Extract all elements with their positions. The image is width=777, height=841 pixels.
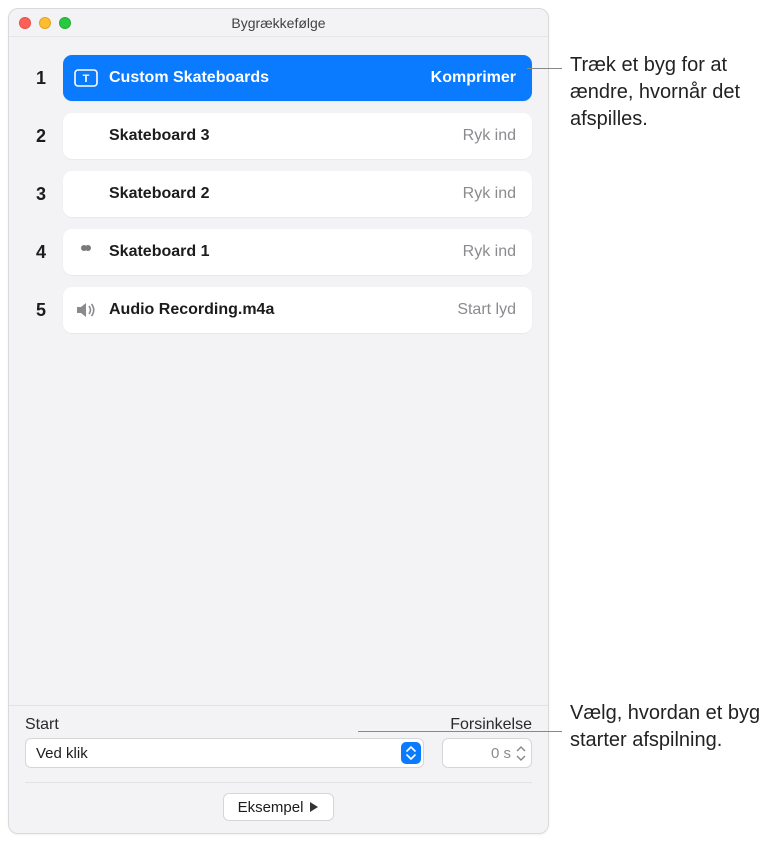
build-action: Ryk ind xyxy=(463,127,516,145)
build-name: Custom Skateboards xyxy=(109,69,421,87)
build-action: Ryk ind xyxy=(463,185,516,203)
build-action: Ryk ind xyxy=(463,243,516,261)
window-title: Bygrækkefølge xyxy=(9,15,548,31)
minimize-window-button[interactable] xyxy=(39,17,51,29)
preview-button[interactable]: Eksempel xyxy=(223,793,335,821)
callout-line xyxy=(358,731,562,732)
build-card[interactable]: Skateboard 1 Ryk ind xyxy=(63,229,532,275)
callout-drag: Træk et byg for at ændre, hvornår det af… xyxy=(570,52,765,133)
build-order-window: Bygrækkefølge 1 T Custom Skateboards Kompri… xyxy=(8,8,549,834)
play-icon xyxy=(309,801,319,813)
build-row: 1 T Custom Skateboards Komprimer xyxy=(19,55,532,101)
audio-icon xyxy=(73,301,99,319)
build-row: 2 Skateboard 3 Ryk ind xyxy=(19,113,532,159)
build-list: 1TCustom SkateboardsKomprimer2Skateboard… xyxy=(9,37,548,705)
callout-start: Vælg, hvordan et byg starter afspilning. xyxy=(570,700,765,754)
build-card[interactable]: Audio Recording.m4a Start lyd xyxy=(63,287,532,333)
image-thumbnail xyxy=(73,185,99,203)
start-select[interactable]: Ved klik xyxy=(25,738,424,768)
preview-button-label: Eksempel xyxy=(238,799,304,816)
build-action: Komprimer xyxy=(431,69,516,87)
callout-line xyxy=(527,68,562,69)
titlebar: Bygrækkefølge xyxy=(9,9,548,37)
delay-value: 0 s xyxy=(491,745,511,762)
close-window-button[interactable] xyxy=(19,17,31,29)
build-row: 3 Skateboard 2 Ryk ind xyxy=(19,171,532,217)
build-number: 4 xyxy=(19,242,63,263)
window-controls xyxy=(9,17,71,29)
divider xyxy=(25,782,532,783)
build-name: Audio Recording.m4a xyxy=(109,301,447,319)
zoom-window-button[interactable] xyxy=(59,17,71,29)
build-row: 5 Audio Recording.m4a Start lyd xyxy=(19,287,532,333)
svg-text:T: T xyxy=(83,73,90,85)
build-number: 3 xyxy=(19,184,63,205)
build-number: 1 xyxy=(19,68,63,89)
delay-stepper[interactable]: 0 s xyxy=(442,738,532,768)
build-number: 5 xyxy=(19,300,63,321)
dropdown-chevron-icon xyxy=(401,742,421,764)
image-thumbnail xyxy=(73,127,99,145)
build-name: Skateboard 3 xyxy=(109,127,453,145)
start-select-value: Ved klik xyxy=(36,745,88,762)
build-card[interactable]: Skateboard 2 Ryk ind xyxy=(63,171,532,217)
build-name: Skateboard 1 xyxy=(109,243,453,261)
build-name: Skateboard 2 xyxy=(109,185,453,203)
build-card[interactable]: Skateboard 3 Ryk ind xyxy=(63,113,532,159)
text-frame-icon: T xyxy=(73,69,99,87)
build-card[interactable]: T Custom Skateboards Komprimer xyxy=(63,55,532,101)
image-thumbnail xyxy=(73,243,99,261)
build-action: Start lyd xyxy=(457,301,516,319)
bottom-panel: Start Ved klik Forsinkelse 0 s xyxy=(9,705,548,833)
build-row: 4 Skateboard 1 Ryk ind xyxy=(19,229,532,275)
stepper-arrows-icon xyxy=(515,745,529,762)
build-number: 2 xyxy=(19,126,63,147)
